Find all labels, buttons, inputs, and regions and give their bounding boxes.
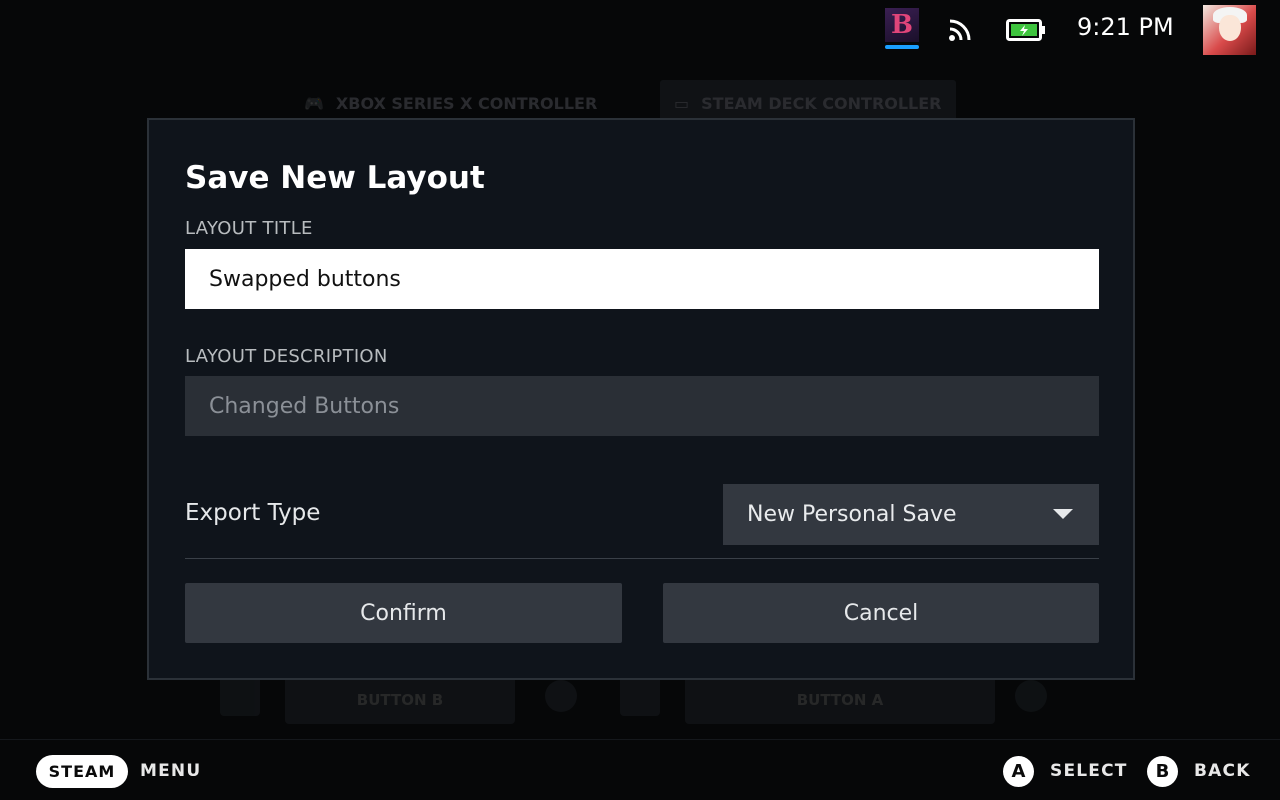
divider xyxy=(185,558,1099,559)
export-type-label: Export Type xyxy=(185,500,321,526)
b-button-icon[interactable]: B xyxy=(1147,756,1178,787)
game-icon-glyph: B xyxy=(891,10,913,40)
confirm-button[interactable]: Confirm xyxy=(185,583,622,643)
background-button-b: BUTTON B xyxy=(285,676,515,724)
battery-icon xyxy=(1006,19,1045,41)
steam-button[interactable]: STEAM xyxy=(36,755,128,788)
avatar[interactable] xyxy=(1203,5,1256,55)
background-button-a: BUTTON A xyxy=(685,676,995,724)
controller-hint-bar: STEAM MENU A SELECT B BACK xyxy=(0,739,1280,800)
game-icon[interactable]: B xyxy=(885,8,919,42)
dialog-title: Save New Layout xyxy=(185,160,485,196)
layout-title-input[interactable]: Swapped buttons xyxy=(185,249,1099,309)
background-button-b-label: BUTTON B xyxy=(356,691,444,709)
export-type-dropdown[interactable]: New Personal Save xyxy=(723,484,1099,545)
clock: 9:21 PM xyxy=(1077,13,1174,41)
avatar-face xyxy=(1219,15,1241,41)
active-game-indicator xyxy=(885,45,919,49)
layout-description-input[interactable]: Changed Buttons xyxy=(185,376,1099,436)
export-type-value: New Personal Save xyxy=(747,502,957,527)
chevron-down-icon xyxy=(1053,509,1073,519)
status-bar: B 9:21 PM xyxy=(0,0,1280,58)
background-tab-steam-deck-label: STEAM DECK CONTROLLER xyxy=(701,93,942,113)
save-layout-dialog: Save New Layout LAYOUT TITLE Swapped but… xyxy=(147,118,1135,680)
wifi-icon xyxy=(949,19,971,41)
background-tab-xbox-label: XBOX SERIES X CONTROLLER xyxy=(335,93,598,113)
layout-title-label: LAYOUT TITLE xyxy=(185,218,313,239)
background-square-icon xyxy=(620,676,660,716)
back-hint: BACK xyxy=(1194,761,1251,781)
cancel-button[interactable]: Cancel xyxy=(663,583,1099,643)
a-button-icon[interactable]: A xyxy=(1003,756,1034,787)
select-hint: SELECT xyxy=(1050,761,1128,781)
background-button-a-label: BUTTON A xyxy=(796,691,884,709)
layout-description-label: LAYOUT DESCRIPTION xyxy=(185,346,388,367)
steam-deck-icon: ▭ xyxy=(674,93,690,113)
menu-hint: MENU xyxy=(140,761,202,781)
background-gear-icon xyxy=(1015,680,1047,712)
background-gear-icon xyxy=(545,680,577,712)
background-square-icon xyxy=(220,676,260,716)
gamepad-icon: 🎮 xyxy=(304,93,324,113)
